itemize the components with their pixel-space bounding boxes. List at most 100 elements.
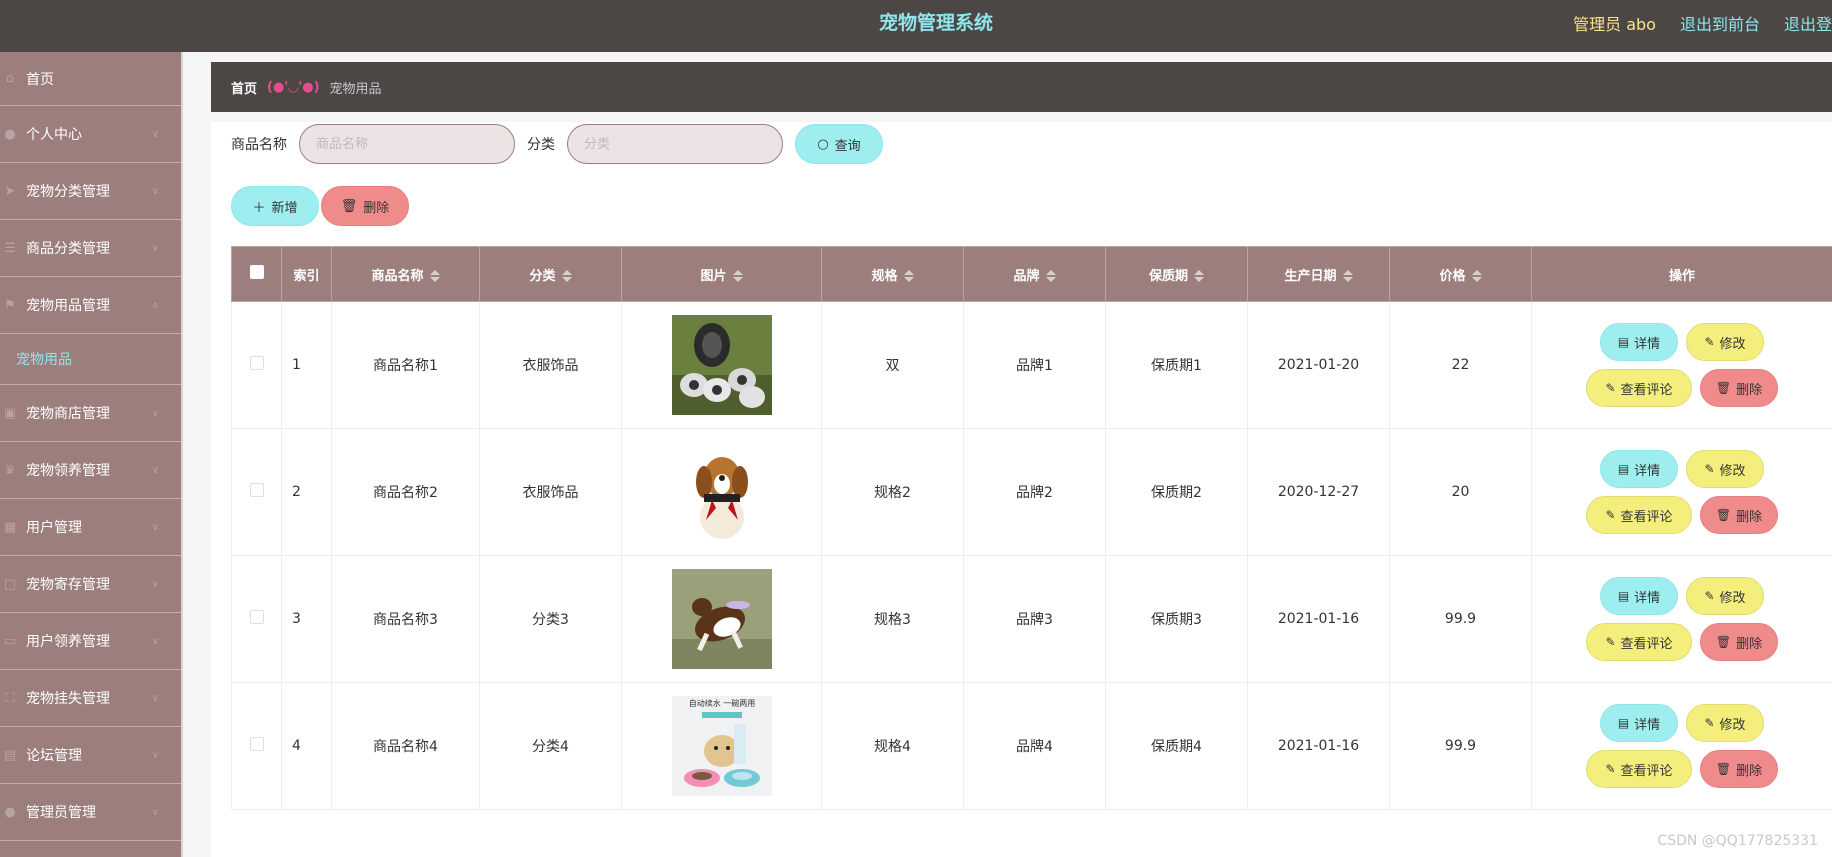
sidebar-subitem-pet-supplies[interactable]: 宠物用品 <box>0 334 181 385</box>
table-row[interactable]: 4 商品名称4 分类4 自动续水 一碗两用 规格4 品牌4 保质期4 2021-01-16 99… <box>231 682 1832 810</box>
column-header-category[interactable]: 分类 <box>479 246 622 302</box>
sidebar-item-personal-center[interactable]: ● 个人中心 ∨ <box>0 106 181 163</box>
row-checkbox[interactable] <box>249 483 264 497</box>
edit-button[interactable]: ✎ 修改 <box>1686 450 1764 488</box>
sidebar: ⌂ 首页 ● 个人中心 ∨ ➤ 宠物分类管理 ∨ ☰ 商品分类管理 ∨ ⚑ 宠物… <box>0 52 183 857</box>
row-delete-button[interactable]: 🗑 删除 <box>1700 369 1778 407</box>
plus-icon: ＋ <box>252 200 266 216</box>
row-checkbox[interactable] <box>249 356 264 370</box>
row-select-cell[interactable] <box>231 555 282 683</box>
row-select-cell[interactable] <box>231 682 282 810</box>
view-reviews-button-label: 查看评论 <box>1620 509 1673 525</box>
column-header-production-date[interactable]: 生产日期 <box>1247 246 1390 302</box>
sidebar-item-admin-management[interactable]: ● 管理员管理 ∨ <box>0 784 181 841</box>
sidebar-item-pet-shop[interactable]: ▣ 宠物商店管理 ∨ <box>0 385 181 442</box>
category-filter-label: 分类 <box>527 137 555 153</box>
chevron-down-icon: ∨ <box>151 242 159 254</box>
bulk-delete-button[interactable]: 🗑 删除 <box>321 186 409 226</box>
cell-price: 20 <box>1389 428 1532 556</box>
cell-index: 3 <box>281 555 332 683</box>
sidebar-item-forum[interactable]: ▤ 论坛管理 ∨ <box>0 727 181 784</box>
row-delete-button[interactable]: 🗑 删除 <box>1700 750 1778 788</box>
list-icon: ☰ <box>4 240 16 256</box>
pencil-icon: ✎ <box>1704 716 1715 730</box>
sidebar-item-pet-adoption[interactable]: ♛ 宠物领养管理 ∨ <box>0 442 181 499</box>
query-button[interactable]: ○ 查询 <box>795 124 883 164</box>
sidebar-item-user-adoption[interactable]: ▭ 用户领养管理 ∨ <box>0 613 181 670</box>
sidebar-item-pet-supplies[interactable]: ⚑ 宠物用品管理 ∧ <box>0 277 181 334</box>
sort-icon[interactable] <box>429 270 440 282</box>
cell-image: 自动续水 一碗两用 <box>621 682 822 810</box>
row-select-cell[interactable] <box>231 428 282 556</box>
name-filter-input[interactable] <box>299 124 515 164</box>
cell-actions: ▤ 详情 ✎ 修改 ✎ 查看评论 🗑 删除 <box>1531 428 1832 556</box>
sort-icon[interactable] <box>1045 270 1056 282</box>
chevron-down-icon: ∨ <box>151 578 159 590</box>
trash-icon: 🗑 <box>340 198 358 214</box>
column-header-image[interactable]: 图片 <box>621 246 822 302</box>
column-header-shelf-life[interactable]: 保质期 <box>1105 246 1248 302</box>
detail-button[interactable]: ▤ 详情 <box>1600 577 1678 615</box>
sort-icon[interactable] <box>1342 270 1353 282</box>
sort-icon[interactable] <box>1471 270 1482 282</box>
detail-button[interactable]: ▤ 详情 <box>1600 450 1678 488</box>
column-header-spec[interactable]: 规格 <box>821 246 964 302</box>
flag-icon: ⚑ <box>4 297 16 313</box>
sort-icon[interactable] <box>732 270 743 282</box>
table-row[interactable]: 1 商品名称1 衣服饰品双品牌1 保质期1 2021-01-20 22 ▤ 详情 ✎ 修改 ✎ 查看评… <box>231 301 1832 429</box>
sort-icon[interactable] <box>1194 270 1204 282</box>
row-select-cell[interactable] <box>231 301 282 429</box>
document-icon: ▤ <box>1617 462 1630 476</box>
sidebar-item-home[interactable]: ⌂ 首页 <box>0 52 181 106</box>
product-image-frisbee-dog <box>671 569 772 669</box>
send-icon: ➤ <box>4 183 16 199</box>
sidebar-item-label: 宠物寄存管理 <box>26 577 110 593</box>
sort-icon[interactable] <box>561 270 572 282</box>
sidebar-item-label: 论坛管理 <box>26 748 82 764</box>
edit-button[interactable]: ✎ 修改 <box>1686 323 1764 361</box>
edit-button[interactable]: ✎ 修改 <box>1686 577 1764 615</box>
breadcrumb-separator: (●'◡'●) <box>267 79 320 95</box>
column-header-name[interactable]: 商品名称 <box>331 246 480 302</box>
view-reviews-button[interactable]: ✎ 查看评论 <box>1586 623 1692 661</box>
edit-button[interactable]: ✎ 修改 <box>1686 704 1764 742</box>
home-icon: ⌂ <box>5 71 15 86</box>
cell-category: 衣服饰品 <box>479 301 622 429</box>
edit-button-label: 修改 <box>1719 463 1746 479</box>
row-checkbox[interactable] <box>249 737 264 751</box>
select-all-checkbox[interactable] <box>249 265 264 279</box>
sidebar-item-user-management[interactable]: ▦ 用户管理 ∨ <box>0 499 181 556</box>
column-header-price[interactable]: 价格 <box>1389 246 1532 302</box>
pencil-icon: ✎ <box>1605 635 1616 649</box>
view-reviews-button[interactable]: ✎ 查看评论 <box>1586 369 1692 407</box>
view-reviews-button[interactable]: ✎ 查看评论 <box>1586 496 1692 534</box>
chevron-down-icon: ∨ <box>151 692 159 704</box>
logout-link[interactable]: 退出登 <box>1784 11 1832 35</box>
sidebar-item-pet-category[interactable]: ➤ 宠物分类管理 ∨ <box>0 163 181 220</box>
category-filter-input[interactable] <box>567 124 783 164</box>
view-reviews-button[interactable]: ✎ 查看评论 <box>1586 750 1692 788</box>
sidebar-item-goods-category[interactable]: ☰ 商品分类管理 ∨ <box>0 220 181 277</box>
exit-to-front-link[interactable]: 退出到前台 <box>1680 11 1760 35</box>
table-row[interactable]: 3 商品名称3 分类3 规格3 品牌3 保质期3 2021-01-16 99.9 ▤ 详情 ✎ 修改 ✎… <box>231 555 1832 683</box>
detail-button[interactable]: ▤ 详情 <box>1600 323 1678 361</box>
breadcrumb-home[interactable]: 首页 <box>231 78 257 97</box>
table-row[interactable]: 2 商品名称2 衣服饰品 规格2 品牌2 保质期2 2020-12-27 20 ▤ 详情 ✎ 修改 ✎ 查… <box>231 428 1832 556</box>
row-delete-button-label: 删除 <box>1736 763 1763 779</box>
column-header-brand[interactable]: 品牌 <box>963 246 1106 302</box>
select-all-header[interactable] <box>231 246 282 302</box>
row-delete-button[interactable]: 🗑 删除 <box>1700 496 1778 534</box>
detail-button[interactable]: ▤ 详情 <box>1600 704 1678 742</box>
detail-button-label: 详情 <box>1634 717 1661 733</box>
document-icon: ▤ <box>1617 716 1630 730</box>
column-header-label: 商品名称 <box>371 268 424 284</box>
trash-icon: 🗑 <box>1715 381 1732 395</box>
column-header-label: 分类 <box>529 268 556 284</box>
sidebar-item-pet-boarding[interactable]: □ 宠物寄存管理 ∨ <box>0 556 181 613</box>
sidebar-item-pet-lost[interactable]: ⛶ 宠物挂失管理 ∨ <box>0 670 181 727</box>
sort-icon[interactable] <box>903 270 914 282</box>
row-delete-button[interactable]: 🗑 删除 <box>1700 623 1778 661</box>
add-button[interactable]: ＋ 新增 <box>231 186 319 226</box>
add-button-label: 新增 <box>271 200 298 216</box>
row-checkbox[interactable] <box>249 610 264 624</box>
